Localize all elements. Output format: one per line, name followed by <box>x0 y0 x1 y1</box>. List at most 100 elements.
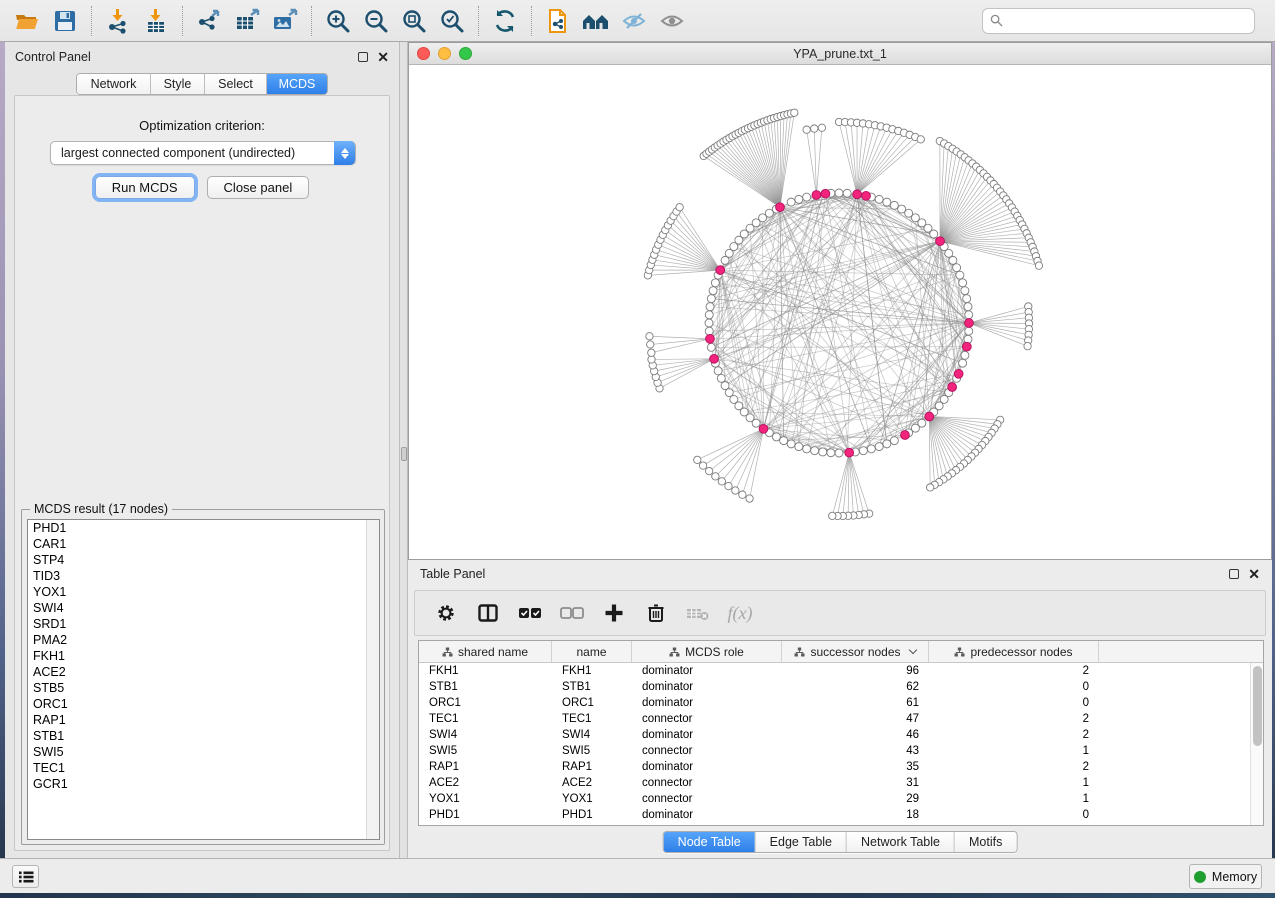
tab-motifs[interactable]: Motifs <box>955 832 1016 852</box>
hide-selected-button[interactable] <box>615 4 653 38</box>
select-all-button[interactable] <box>515 598 545 628</box>
leaf-node[interactable] <box>725 482 732 489</box>
ring-node[interactable] <box>956 271 964 279</box>
ring-node[interactable] <box>883 440 891 448</box>
mcds-node[interactable] <box>821 189 830 198</box>
ring-node[interactable] <box>859 447 867 455</box>
ring-node[interactable] <box>843 189 851 197</box>
leaf-node[interactable] <box>705 467 712 474</box>
mcds-result-item[interactable]: FKH1 <box>28 648 379 664</box>
table-scrollbar[interactable] <box>1250 663 1263 826</box>
node-table[interactable]: shared namenameMCDS rolesuccessor nodesp… <box>418 640 1264 826</box>
ring-node[interactable] <box>709 287 717 295</box>
close-panel-button[interactable]: Close panel <box>207 176 310 199</box>
ring-node[interactable] <box>717 374 725 382</box>
table-row[interactable]: FKH1FKH1dominator962 <box>419 663 1263 679</box>
table-row[interactable]: YOX1YOX1connector291 <box>419 791 1263 807</box>
leaf-node[interactable] <box>718 478 725 485</box>
ring-node[interactable] <box>707 343 715 351</box>
vertical-splitter[interactable] <box>399 42 408 858</box>
column-header-shared-name[interactable]: shared name <box>419 641 552 662</box>
tab-mcds[interactable]: MCDS <box>267 74 327 94</box>
leaf-node[interactable] <box>926 484 933 491</box>
mcds-node[interactable] <box>862 191 871 200</box>
leaf-node[interactable] <box>917 136 924 143</box>
ring-node[interactable] <box>811 447 819 455</box>
column-header-predecessor-nodes[interactable]: predecessor nodes <box>929 641 1099 662</box>
float-table-panel-icon[interactable] <box>1229 569 1239 579</box>
mcds-result-item[interactable]: SWI5 <box>28 744 379 760</box>
mcds-node[interactable] <box>948 383 957 392</box>
show-all-button[interactable] <box>653 4 691 38</box>
column-header-successor-nodes[interactable]: successor nodes <box>782 641 929 662</box>
ring-node[interactable] <box>721 382 729 390</box>
table-row[interactable]: SWI5SWI5connector431 <box>419 743 1263 759</box>
mcds-result-item[interactable]: STB5 <box>28 680 379 696</box>
ring-node[interactable] <box>964 303 972 311</box>
mcds-node[interactable] <box>962 342 971 351</box>
leaf-node[interactable] <box>1024 342 1031 349</box>
mcds-node[interactable] <box>936 237 945 246</box>
create-column-button[interactable] <box>599 598 629 628</box>
ring-node[interactable] <box>961 351 969 359</box>
leaf-node[interactable] <box>829 512 836 519</box>
mcds-node[interactable] <box>812 191 821 200</box>
leaf-node[interactable] <box>811 125 818 132</box>
tab-network[interactable]: Network <box>77 74 151 94</box>
mcds-node[interactable] <box>710 354 719 363</box>
mcds-result-item[interactable]: RAP1 <box>28 712 379 728</box>
column-header-MCDS-role[interactable]: MCDS role <box>632 641 782 662</box>
mcds-result-item[interactable]: YOX1 <box>28 584 379 600</box>
ring-node[interactable] <box>890 201 898 209</box>
ring-node[interactable] <box>819 448 827 456</box>
table-scrollbar-thumb[interactable] <box>1253 666 1262 746</box>
ring-node[interactable] <box>803 193 811 201</box>
ring-node[interactable] <box>827 449 835 457</box>
mcds-result-item[interactable]: TID3 <box>28 568 379 584</box>
zoom-out-button[interactable] <box>357 4 395 38</box>
mcds-result-item[interactable]: PHD1 <box>28 520 379 536</box>
leaf-node[interactable] <box>646 333 653 340</box>
ring-node[interactable] <box>875 195 883 203</box>
mcds-list-scrollbar[interactable] <box>366 520 379 839</box>
first-neighbors-button[interactable] <box>577 4 615 38</box>
table-row[interactable]: TEC1TEC1connector472 <box>419 711 1263 727</box>
open-file-button[interactable] <box>8 4 46 38</box>
mcds-node[interactable] <box>716 266 725 275</box>
mcds-result-item[interactable]: SWI4 <box>28 600 379 616</box>
ring-node[interactable] <box>714 367 722 375</box>
ring-node[interactable] <box>705 311 713 319</box>
table-row[interactable]: ORC1ORC1dominator610 <box>419 695 1263 711</box>
mcds-node[interactable] <box>845 448 854 457</box>
mcds-node[interactable] <box>901 431 910 440</box>
ring-node[interactable] <box>705 319 713 327</box>
ring-node[interactable] <box>965 327 973 335</box>
mcds-node[interactable] <box>776 203 785 212</box>
new-network-from-selection-button[interactable] <box>539 4 577 38</box>
export-table-button[interactable] <box>228 4 266 38</box>
tab-style[interactable]: Style <box>151 74 205 94</box>
mcds-result-item[interactable]: PMA2 <box>28 632 379 648</box>
mcds-node[interactable] <box>759 424 768 433</box>
memory-button[interactable]: Memory <box>1189 864 1262 889</box>
table-row[interactable]: RAP1RAP1dominator352 <box>419 759 1263 775</box>
column-header-name[interactable]: name <box>552 641 632 662</box>
tab-select[interactable]: Select <box>205 74 267 94</box>
mcds-node[interactable] <box>965 319 974 328</box>
ring-node[interactable] <box>959 359 967 367</box>
import-table-button[interactable] <box>137 4 175 38</box>
ring-node[interactable] <box>787 198 795 206</box>
leaf-node[interactable] <box>648 356 655 363</box>
export-image-button[interactable] <box>266 4 304 38</box>
table-row[interactable]: ACE2ACE2connector311 <box>419 775 1263 791</box>
mcds-node[interactable] <box>954 369 963 378</box>
mcds-result-item[interactable]: ACE2 <box>28 664 379 680</box>
zoom-selected-button[interactable] <box>433 4 471 38</box>
ring-node[interactable] <box>883 198 891 206</box>
ring-node[interactable] <box>787 440 795 448</box>
optimization-criterion-select[interactable]: largest connected component (undirected) <box>50 141 356 165</box>
run-mcds-button[interactable]: Run MCDS <box>95 176 195 199</box>
ring-node[interactable] <box>961 287 969 295</box>
ring-node[interactable] <box>835 449 843 457</box>
mcds-node[interactable] <box>706 334 715 343</box>
